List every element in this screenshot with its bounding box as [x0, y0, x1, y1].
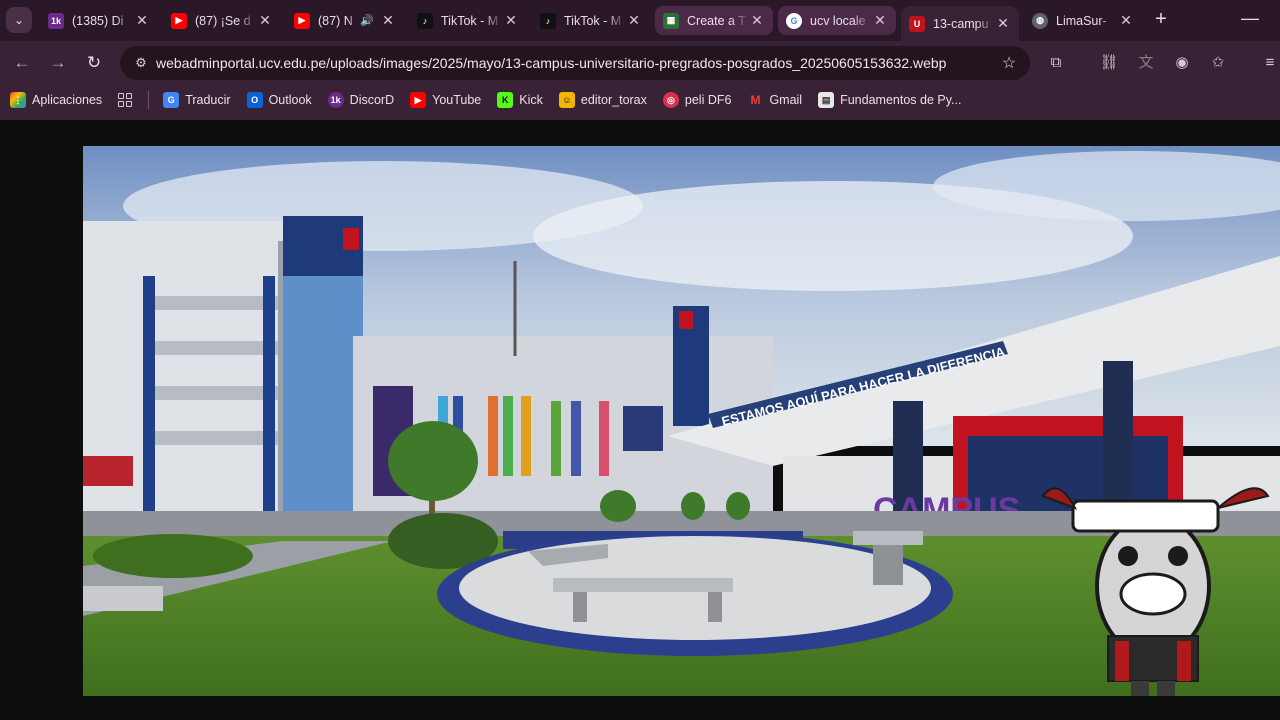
bookmark-label: peli DF6	[684, 93, 732, 107]
speaker-icon[interactable]: 🔊	[360, 14, 374, 27]
toolbar: ← → ↻ ⚙ webadminportal.ucv.edu.pe/upload…	[0, 41, 1280, 85]
tab-title: (87) ¡Se d	[195, 13, 251, 28]
tab[interactable]: ▶ (87) N 🔊 ✕	[286, 6, 404, 35]
discord-icon: 1k	[327, 92, 344, 108]
tiktok-icon: ♪	[417, 12, 433, 29]
tab-search-button[interactable]: ⌄	[6, 7, 32, 33]
kick-like-icon: 1k	[48, 12, 64, 29]
tab-title: (1385) Di	[72, 13, 124, 28]
bookmark-apps[interactable]: ⋮ Aplicaciones	[10, 92, 102, 108]
bookmarks-bar: ⋮ Aplicaciones G Traducir O Outlook 1k D…	[0, 86, 1280, 114]
bookmark-peli[interactable]: ◎ peli DF6	[662, 92, 732, 108]
tab-title: TikTok - M	[441, 13, 499, 28]
tab-title: LimaSur-	[1056, 13, 1107, 28]
close-icon[interactable]: ✕	[749, 12, 765, 29]
editor-icon: ☺	[558, 92, 575, 108]
close-icon[interactable]: ✕	[134, 12, 150, 29]
peli-icon: ◎	[662, 92, 679, 108]
campus-photo-illustration: ESTAMOS AQUÍ PARA HACER LA DIFERENCIA CA…	[83, 146, 1280, 696]
doc-icon: ▤	[818, 92, 835, 108]
tab[interactable]: G ucv locale ✕	[778, 6, 896, 35]
divider	[148, 91, 150, 109]
translate-icon: G	[163, 92, 180, 108]
bookmark-outlook[interactable]: O Outlook	[246, 92, 312, 108]
tab-active[interactable]: U 13-campu ✕	[901, 6, 1019, 41]
kick-icon: K	[497, 92, 514, 108]
address-bar[interactable]: ⚙ webadminportal.ucv.edu.pe/uploads/imag…	[120, 46, 1030, 80]
translate-icon[interactable]: 文	[1134, 51, 1158, 75]
bookmark-label: Traducir	[185, 93, 231, 107]
tab[interactable]: ♪ TikTok - M ✕	[532, 6, 650, 35]
favorites-icon[interactable]: ✩	[1206, 51, 1230, 75]
screenshot-icon[interactable]: ◉	[1170, 51, 1194, 75]
ucv-icon: U	[909, 15, 925, 32]
site-info-icon[interactable]: ⚙	[126, 55, 156, 71]
tab[interactable]: ◍ LimaSur- ✕	[1024, 6, 1142, 35]
tab[interactable]: ▶ (87) ¡Se d ✕	[163, 6, 281, 35]
reload-button[interactable]: ↻	[82, 51, 106, 75]
url-text[interactable]: webadminportal.ucv.edu.pe/uploads/images…	[156, 55, 994, 71]
grid-icon[interactable]	[118, 93, 133, 107]
bookmark-translate[interactable]: G Traducir	[163, 92, 231, 108]
campus-image[interactable]: ESTAMOS AQUÍ PARA HACER LA DIFERENCIA CA…	[83, 146, 1280, 696]
tab-title: ucv locale	[810, 13, 866, 28]
menu-icon[interactable]: ≡	[1258, 51, 1280, 75]
close-icon[interactable]: ✕	[257, 12, 273, 29]
bookmark-label: YouTube	[432, 93, 482, 107]
outlook-icon: O	[246, 92, 263, 108]
youtube-icon: ▶	[410, 92, 427, 108]
tab[interactable]: ▦ Create a T ✕	[655, 6, 773, 35]
chevron-down-icon: ⌄	[13, 13, 25, 27]
minimize-button[interactable]: —	[1240, 8, 1260, 28]
google-icon: G	[786, 12, 802, 29]
bookmark-label: Kick	[519, 93, 543, 107]
tab-title: TikTok - M	[564, 13, 622, 28]
page-viewport: ESTAMOS AQUÍ PARA HACER LA DIFERENCIA CA…	[0, 120, 1280, 720]
tab-strip: ⌄ 1k (1385) Di ✕ ▶ (87) ¡Se d ✕ ▶ (87) N…	[0, 0, 1280, 41]
extensions-icon[interactable]: ⧉	[1044, 51, 1068, 75]
tab[interactable]: ♪ TikTok - M ✕	[409, 6, 527, 35]
bookmark-label: Outlook	[268, 93, 312, 107]
close-icon[interactable]: ✕	[995, 15, 1011, 32]
close-icon[interactable]: ✕	[626, 12, 642, 29]
close-icon[interactable]: ✕	[380, 12, 396, 29]
bookmark-discord[interactable]: 1k DiscorD	[327, 92, 395, 108]
tiktok-icon: ♪	[540, 12, 556, 29]
tab[interactable]: 1k (1385) Di ✕	[40, 6, 158, 35]
bookmark-label: Fundamentos de Py...	[840, 93, 962, 107]
tab-title: 13-campu	[933, 16, 989, 31]
youtube-icon: ▶	[294, 12, 310, 29]
bookmark-gmail[interactable]: M Gmail	[747, 92, 802, 108]
bookmark-kick[interactable]: K Kick	[497, 92, 543, 108]
forward-button[interactable]: →	[46, 51, 70, 75]
new-tab-button[interactable]: +	[1150, 9, 1172, 31]
back-button[interactable]: ←	[10, 51, 34, 75]
browser-chrome: ⌄ 1k (1385) Di ✕ ▶ (87) ¡Se d ✕ ▶ (87) N…	[0, 0, 1280, 120]
tab-title: Create a T	[687, 13, 746, 28]
gmail-icon: M	[750, 93, 761, 107]
bookmark-youtube[interactable]: ▶ YouTube	[410, 92, 481, 108]
bookmark-star-icon[interactable]: ☆	[994, 53, 1024, 73]
globe-icon: ◍	[1032, 12, 1048, 29]
app-icon: ▦	[663, 12, 679, 29]
close-icon[interactable]: ✕	[872, 12, 888, 29]
link-icon[interactable]: ⛓	[1097, 51, 1121, 75]
bookmark-label: Aplicaciones	[32, 93, 103, 107]
bookmark-label: DiscorD	[349, 93, 395, 107]
tab-title: (87) N	[318, 13, 353, 28]
apps-icon: ⋮	[10, 92, 26, 108]
youtube-icon: ▶	[171, 12, 187, 29]
bookmark-editor[interactable]: ☺ editor_torax	[558, 92, 647, 108]
close-icon[interactable]: ✕	[1118, 12, 1134, 29]
close-icon[interactable]: ✕	[503, 12, 519, 29]
bookmark-label: editor_torax	[580, 93, 647, 107]
bookmark-fundamentos[interactable]: ▤ Fundamentos de Py...	[818, 92, 961, 108]
bookmark-label: Gmail	[769, 93, 803, 107]
